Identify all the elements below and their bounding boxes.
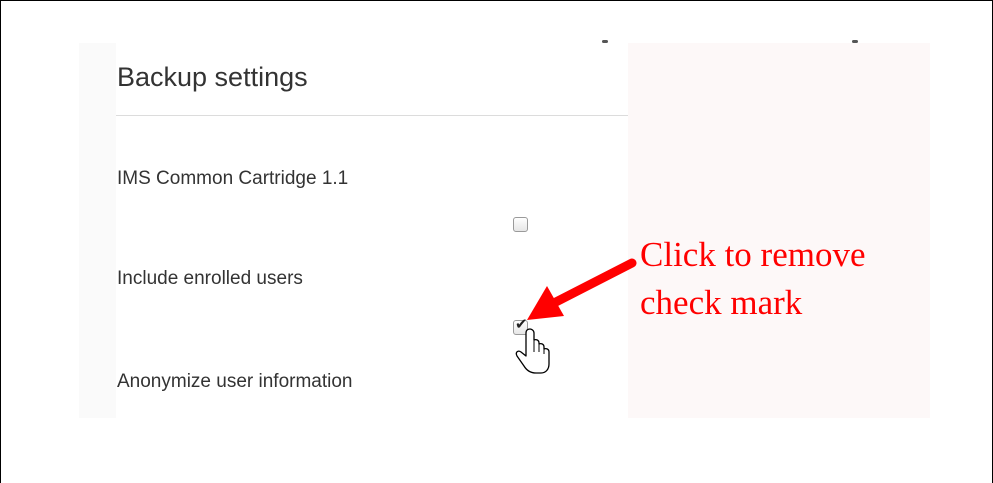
overlay [515, 258, 637, 374]
red-arrow-icon [527, 258, 637, 320]
hand-pointer-icon [515, 328, 550, 374]
